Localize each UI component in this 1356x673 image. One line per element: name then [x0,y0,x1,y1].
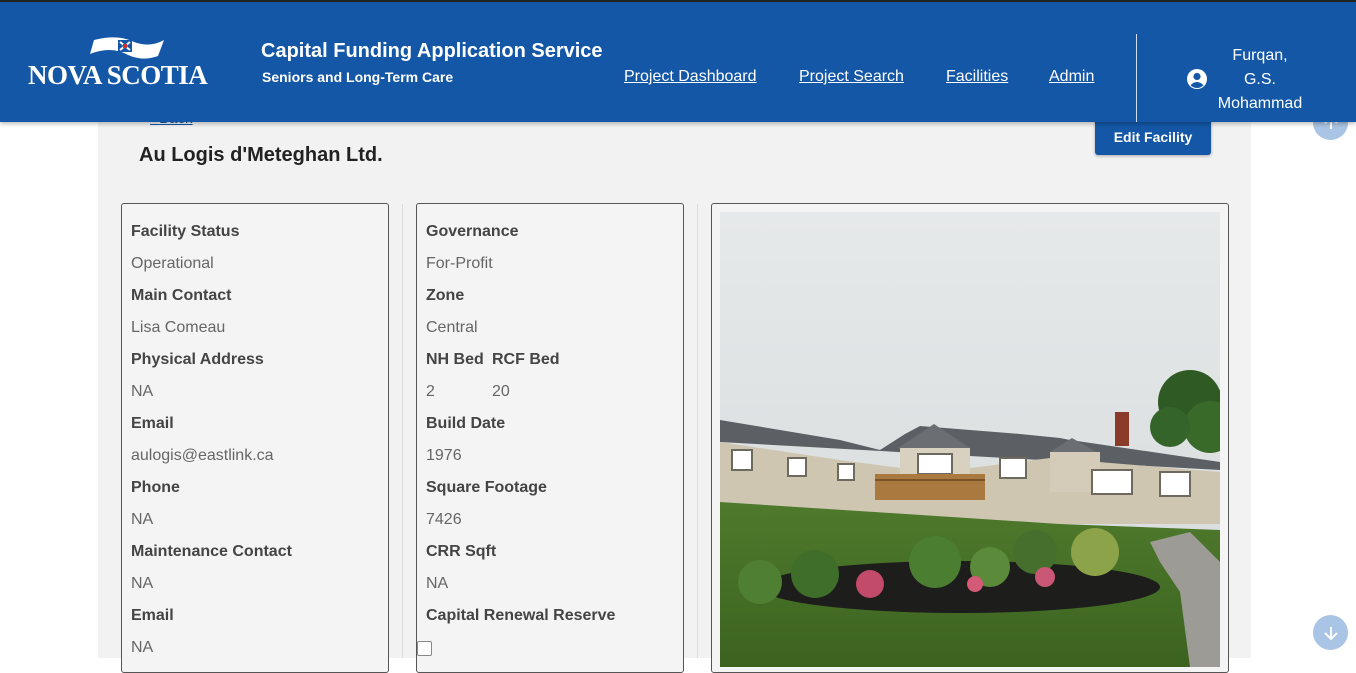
scroll-down-button[interactable] [1313,615,1348,650]
nav-facilities[interactable]: Facilities [946,68,1008,86]
zone-label: Zone [426,287,465,304]
crr-sqft-label: CRR Sqft [426,543,497,560]
email-value: aulogis@eastlink.ca [131,447,274,464]
facility-image [720,212,1220,667]
email-label: Email [131,415,174,432]
physical-address-label: Physical Address [131,351,264,368]
user-name-line2: G.S. [1243,71,1276,88]
nav-project-search[interactable]: Project Search [799,68,904,86]
nav-admin[interactable]: Admin [1049,68,1094,86]
user-icon[interactable] [1186,68,1208,90]
maintenance-email-label: Email [131,607,174,624]
rcf-bed-label: RCF Bed [492,351,560,368]
nh-bed-value: 2 [426,383,435,400]
column-separator [697,204,698,658]
square-footage-value: 7426 [426,511,462,528]
user-name-line3: Mohammad [1217,95,1303,112]
physical-address-value: NA [131,383,154,400]
main-contact-value: Lisa Comeau [131,319,226,336]
header-divider [1136,34,1137,122]
zone-value: Central [426,319,478,336]
maintenance-contact-value: NA [131,575,154,592]
user-name[interactable]: Furqan, G.S. Mohammad [1210,44,1310,116]
app-title: Capital Funding Application Service [261,40,603,62]
facility-status-value: Operational [131,255,214,272]
logo-text: NOVA SCOTIA [28,60,208,90]
facility-specs-card: Governance For-Profit Zone Central NH Be… [416,203,684,673]
nav-project-dashboard[interactable]: Project Dashboard [624,68,757,86]
user-name-line1: Furqan, [1232,47,1288,64]
app-header: NOVA SCOTIA Capital Funding Application … [0,2,1356,122]
app-subtitle: Seniors and Long-Term Care [262,69,454,85]
maintenance-contact-label: Maintenance Contact [131,543,292,560]
facility-photo [720,212,1220,667]
phone-label: Phone [131,479,180,496]
facility-photo-card [711,203,1229,673]
facility-details-card: Facility Status Operational Main Contact… [121,203,389,673]
governance-value: For-Profit [426,255,493,272]
nh-bed-label: NH Bed [426,351,484,368]
top-border [0,0,1356,2]
column-separator [402,204,403,658]
maintenance-email-value: NA [131,639,154,656]
edit-facility-button[interactable]: Edit Facility [1095,118,1211,155]
capital-renewal-checkbox[interactable] [417,641,432,656]
square-footage-label: Square Footage [426,479,547,496]
build-date-value: 1976 [426,447,462,464]
scroll-down-icon [1323,626,1338,640]
facility-title: Au Logis d'Meteghan Ltd. [139,144,383,166]
capital-renewal-label: Capital Renewal Reserve [426,607,616,624]
main-contact-label: Main Contact [131,287,232,304]
rcf-bed-value: 20 [492,383,510,400]
governance-label: Governance [426,223,519,240]
facility-status-label: Facility Status [131,223,240,240]
nova-scotia-logo[interactable]: NOVA SCOTIA [28,34,228,94]
build-date-label: Build Date [426,415,506,432]
phone-value: NA [131,511,154,528]
flag-icon [90,37,164,59]
crr-sqft-value: NA [426,575,449,592]
